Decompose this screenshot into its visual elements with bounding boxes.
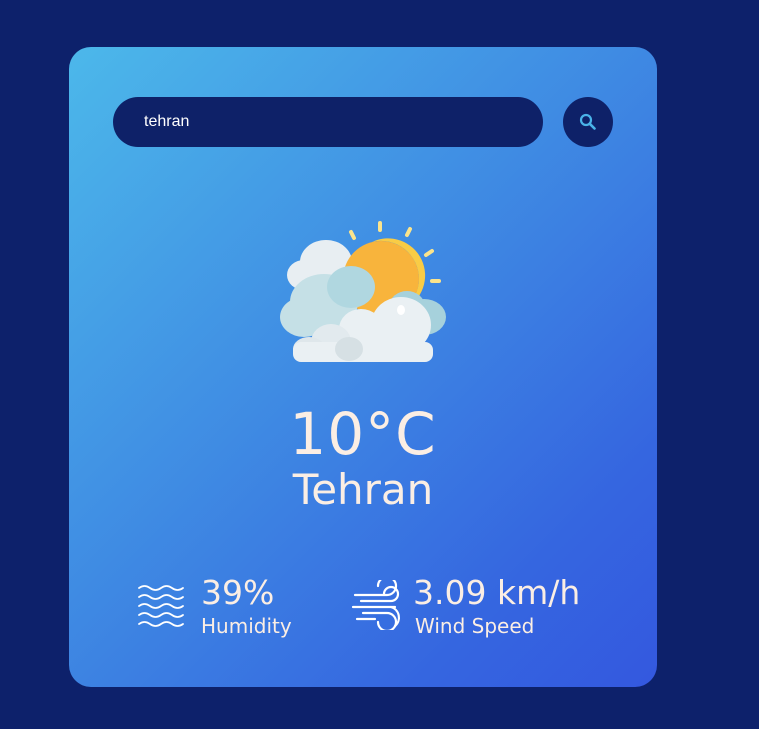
humidity-label: Humidity [201, 614, 292, 638]
wind-speed-value: 3.09 km/h [413, 573, 581, 612]
wind-speed-label: Wind Speed [415, 614, 535, 638]
humidity-waves-icon [138, 585, 184, 627]
weather-card: 10°C Tehran 39% Humidity 3.0 [69, 47, 657, 687]
humidity-value: 39% [201, 573, 275, 612]
city-name: Tehran [292, 465, 434, 514]
wind-stat: 3.09 km/h Wind Speed [350, 574, 610, 644]
search-input[interactable] [113, 97, 543, 147]
search-bar [113, 97, 613, 147]
temperature: 10°C [289, 400, 437, 468]
humidity-stat: 39% Humidity [135, 574, 325, 644]
wind-icon [351, 580, 400, 630]
search-button[interactable] [563, 97, 613, 147]
partly-cloudy-sun-icon [280, 221, 446, 362]
search-icon [579, 113, 596, 130]
